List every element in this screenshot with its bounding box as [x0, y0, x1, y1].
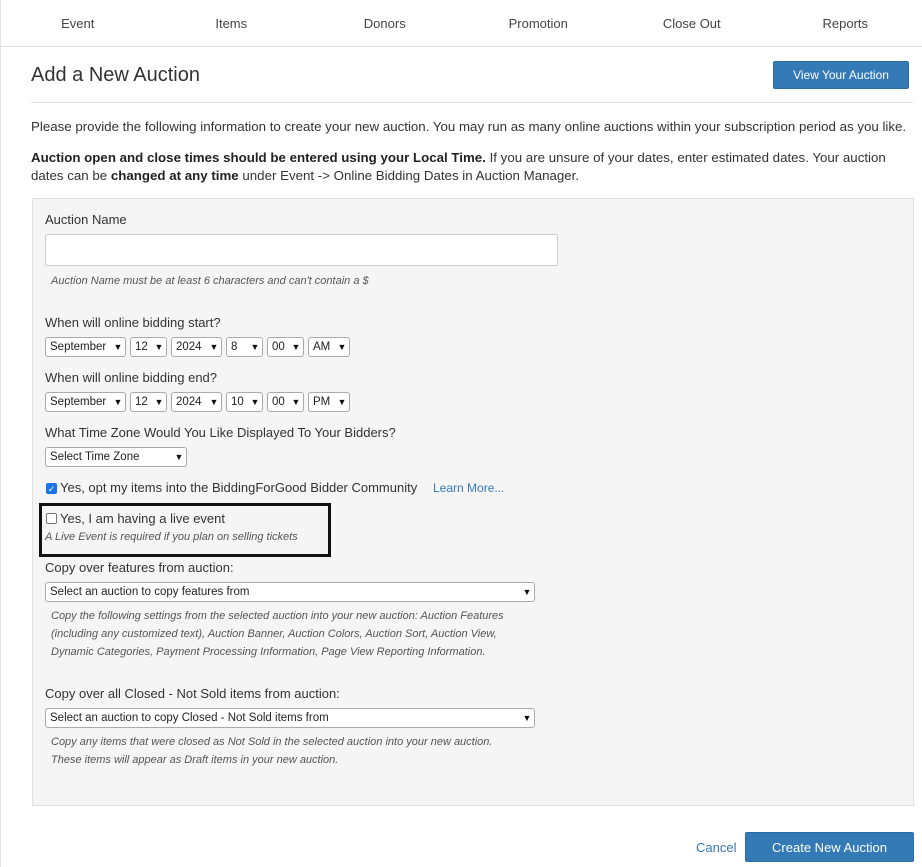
create-new-auction-button[interactable]: Create New Auction: [745, 832, 914, 862]
auction-name-hint: Auction Name must be at least 6 characte…: [51, 275, 369, 287]
start-ampm-value: AM: [313, 341, 331, 353]
end-ampm-value: PM: [313, 396, 331, 408]
copy-items-label: Copy over all Closed - Not Sold items fr…: [45, 686, 340, 701]
end-year-select[interactable]: 2024 ▼: [171, 392, 222, 412]
chevron-down-icon: ▼: [522, 587, 532, 597]
chevron-down-icon: ▼: [291, 342, 301, 352]
nav-item-promotion[interactable]: Promotion: [462, 0, 616, 46]
page: Event Items Donors Promotion Close Out R…: [0, 0, 922, 867]
chevron-down-icon: ▼: [209, 397, 219, 407]
page-title: Add a New Auction: [31, 64, 200, 86]
time-note: Auction open and close times should be e…: [31, 149, 915, 185]
chevron-down-icon: ▼: [250, 342, 260, 352]
copy-features-hint-1: Copy the following settings from the sel…: [51, 610, 504, 622]
start-year-value: 2024: [176, 341, 202, 353]
chevron-down-icon: ▼: [113, 397, 123, 407]
end-year-value: 2024: [176, 396, 202, 408]
chevron-down-icon: ▼: [522, 713, 532, 723]
copy-items-select[interactable]: Select an auction to copy Closed - Not S…: [45, 708, 535, 728]
end-day-select[interactable]: 12 ▼: [130, 392, 167, 412]
view-your-auction-button[interactable]: View Your Auction: [773, 61, 909, 89]
header-divider: [31, 102, 913, 103]
nav-item-donors[interactable]: Donors: [308, 0, 462, 46]
copy-features-hint-3: Dynamic Categories, Payment Processing I…: [51, 646, 486, 658]
chevron-down-icon: ▼: [337, 397, 347, 407]
start-hour-select[interactable]: 8 ▼: [226, 337, 263, 357]
copy-items-hint-2: These items will appear as Draft items i…: [51, 754, 339, 766]
cancel-link[interactable]: Cancel: [696, 840, 736, 855]
copy-items-value: Select an auction to copy Closed - Not S…: [50, 712, 329, 724]
end-minute-value: 00: [272, 396, 285, 408]
nav-item-items[interactable]: Items: [155, 0, 309, 46]
time-note-bold-1: Auction open and close times should be e…: [31, 150, 486, 165]
nav-item-reports[interactable]: Reports: [769, 0, 922, 46]
timezone-select[interactable]: Select Time Zone ▼: [45, 447, 187, 467]
start-minute-select[interactable]: 00 ▼: [267, 337, 304, 357]
live-event-checkbox[interactable]: [46, 513, 57, 524]
chevron-down-icon: ▼: [250, 397, 260, 407]
time-note-bold-2: changed at any time: [110, 168, 239, 183]
start-day-value: 12: [135, 341, 148, 353]
live-event-hint: A Live Event is required if you plan on …: [45, 531, 298, 543]
auction-name-input[interactable]: [45, 234, 558, 266]
chevron-down-icon: ▼: [209, 342, 219, 352]
copy-features-hint-2: (including any customized text), Auction…: [51, 628, 497, 640]
end-minute-select[interactable]: 00 ▼: [267, 392, 304, 412]
timezone-value: Select Time Zone: [50, 451, 140, 463]
chevron-down-icon: ▼: [291, 397, 301, 407]
copy-features-label: Copy over features from auction:: [45, 560, 234, 575]
community-label: Yes, opt my items into the BiddingForGoo…: [60, 480, 418, 495]
end-month-value: September: [50, 396, 107, 408]
end-hour-value: 10: [231, 396, 244, 408]
auction-name-label: Auction Name: [45, 212, 127, 227]
start-month-value: September: [50, 341, 107, 353]
nav-item-event[interactable]: Event: [1, 0, 155, 46]
start-hour-value: 8: [231, 341, 238, 353]
nav-item-close-out[interactable]: Close Out: [615, 0, 769, 46]
start-month-select[interactable]: September ▼: [45, 337, 126, 357]
copy-features-value: Select an auction to copy features from: [50, 586, 250, 598]
end-ampm-select[interactable]: PM ▼: [308, 392, 350, 412]
end-month-select[interactable]: September ▼: [45, 392, 126, 412]
copy-features-select[interactable]: Select an auction to copy features from ▼: [45, 582, 535, 602]
chevron-down-icon: ▼: [113, 342, 123, 352]
chevron-down-icon: ▼: [154, 342, 164, 352]
start-label: When will online bidding start?: [45, 315, 221, 330]
copy-items-hint-1: Copy any items that were closed as Not S…: [51, 736, 493, 748]
start-minute-value: 00: [272, 341, 285, 353]
start-ampm-select[interactable]: AM ▼: [308, 337, 350, 357]
start-day-select[interactable]: 12 ▼: [130, 337, 167, 357]
end-hour-select[interactable]: 10 ▼: [226, 392, 263, 412]
time-note-text-2: under Event -> Online Bidding Dates in A…: [238, 168, 580, 183]
learn-more-link[interactable]: Learn More...: [433, 481, 504, 495]
chevron-down-icon: ▼: [174, 452, 184, 462]
live-event-label: Yes, I am having a live event: [60, 511, 226, 526]
new-auction-form: Auction Name Auction Name must be at lea…: [32, 198, 914, 806]
top-nav: Event Items Donors Promotion Close Out R…: [1, 0, 922, 47]
end-day-value: 12: [135, 396, 148, 408]
chevron-down-icon: ▼: [154, 397, 164, 407]
start-year-select[interactable]: 2024 ▼: [171, 337, 222, 357]
intro-text: Please provide the following information…: [31, 119, 907, 134]
timezone-label: What Time Zone Would You Like Displayed …: [45, 425, 396, 440]
community-checkbox[interactable]: ✓: [46, 483, 57, 494]
end-label: When will online bidding end?: [45, 370, 218, 385]
chevron-down-icon: ▼: [337, 342, 347, 352]
